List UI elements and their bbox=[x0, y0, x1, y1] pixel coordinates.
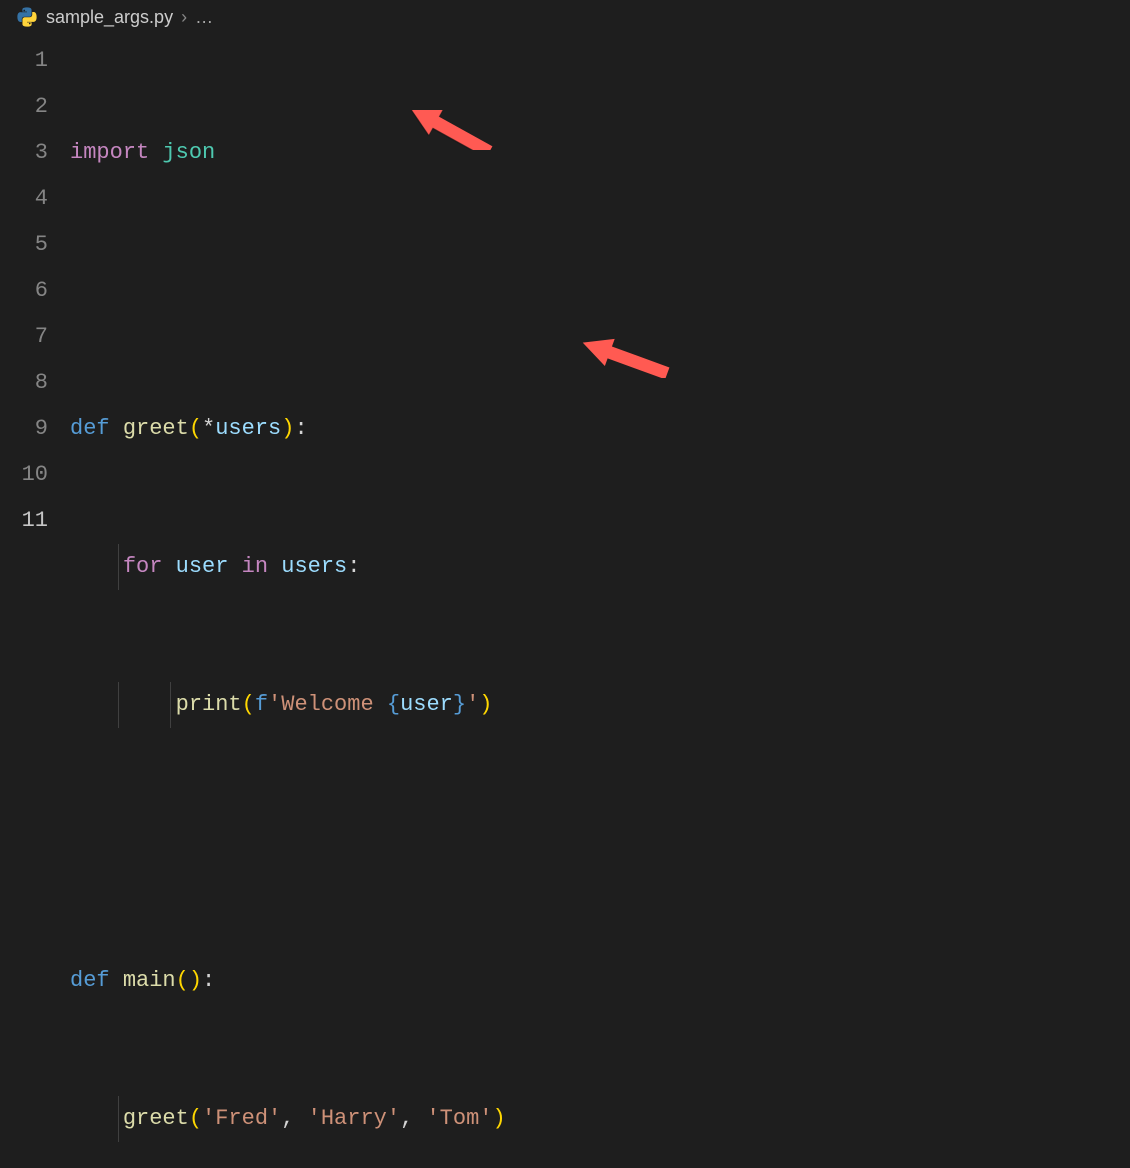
keyword-def: def bbox=[70, 968, 110, 993]
string-literal: 'Harry' bbox=[308, 1106, 400, 1131]
line-number: 10 bbox=[0, 452, 48, 498]
comma: , bbox=[281, 1106, 307, 1131]
code-line[interactable]: def main(): bbox=[70, 958, 1130, 1004]
fstring-brace-close: } bbox=[453, 692, 466, 717]
breadcrumb-separator: › bbox=[181, 7, 187, 28]
keyword-def: def bbox=[70, 416, 110, 441]
python-file-icon bbox=[16, 6, 38, 28]
paren-open: ( bbox=[176, 968, 189, 993]
line-number: 2 bbox=[0, 84, 48, 130]
paren-close: ) bbox=[493, 1106, 506, 1131]
line-number: 6 bbox=[0, 268, 48, 314]
breadcrumb-rest[interactable]: … bbox=[195, 7, 213, 28]
code-line[interactable] bbox=[70, 268, 1130, 314]
colon: : bbox=[294, 416, 307, 441]
code-area[interactable]: import json def greet(*users): for user … bbox=[70, 38, 1130, 1168]
string-quote: ' bbox=[466, 692, 479, 717]
code-line[interactable]: greet('Fred', 'Harry', 'Tom') bbox=[70, 1096, 1130, 1142]
string-literal: 'Fred' bbox=[202, 1106, 281, 1131]
variable: users bbox=[281, 554, 347, 579]
comma: , bbox=[400, 1106, 426, 1131]
code-line[interactable]: for user in users: bbox=[70, 544, 1130, 590]
colon: : bbox=[202, 968, 215, 993]
function-call: greet bbox=[123, 1106, 189, 1131]
paren-open: ( bbox=[189, 1106, 202, 1131]
line-number: 11 bbox=[0, 498, 48, 544]
fstring-brace-open: { bbox=[387, 692, 400, 717]
paren-close: ) bbox=[189, 968, 202, 993]
module-name: json bbox=[162, 140, 215, 165]
string-quote: ' bbox=[268, 692, 281, 717]
function-name: main bbox=[123, 968, 176, 993]
paren-open: ( bbox=[189, 416, 202, 441]
parameter: users bbox=[215, 416, 281, 441]
line-number: 3 bbox=[0, 130, 48, 176]
fstring-variable: user bbox=[400, 692, 453, 717]
star-operator: * bbox=[202, 416, 215, 441]
breadcrumb[interactable]: sample_args.py › … bbox=[0, 0, 1130, 34]
string-literal: 'Tom' bbox=[426, 1106, 492, 1131]
line-number-gutter: 1 2 3 4 5 6 7 8 9 10 11 bbox=[0, 38, 70, 1168]
line-number: 7 bbox=[0, 314, 48, 360]
code-line[interactable]: print(f'Welcome {user}') bbox=[70, 682, 1130, 728]
function-name: greet bbox=[123, 416, 189, 441]
variable: user bbox=[176, 554, 229, 579]
keyword-import: import bbox=[70, 140, 149, 165]
f-prefix: f bbox=[255, 692, 268, 717]
function-call: print bbox=[176, 692, 242, 717]
paren-close: ) bbox=[281, 416, 294, 441]
keyword-for: for bbox=[123, 554, 163, 579]
keyword-in: in bbox=[242, 554, 268, 579]
paren-open: ( bbox=[242, 692, 255, 717]
line-number: 8 bbox=[0, 360, 48, 406]
line-number: 5 bbox=[0, 222, 48, 268]
code-line[interactable]: import json bbox=[70, 130, 1130, 176]
breadcrumb-filename[interactable]: sample_args.py bbox=[46, 7, 173, 28]
string-text: Welcome bbox=[281, 692, 387, 717]
colon: : bbox=[347, 554, 360, 579]
code-editor[interactable]: 1 2 3 4 5 6 7 8 9 10 11 import json def … bbox=[0, 34, 1130, 1168]
line-number: 1 bbox=[0, 38, 48, 84]
paren-close: ) bbox=[479, 692, 492, 717]
line-number: 9 bbox=[0, 406, 48, 452]
code-line[interactable] bbox=[70, 820, 1130, 866]
code-line[interactable]: def greet(*users): bbox=[70, 406, 1130, 452]
line-number: 4 bbox=[0, 176, 48, 222]
